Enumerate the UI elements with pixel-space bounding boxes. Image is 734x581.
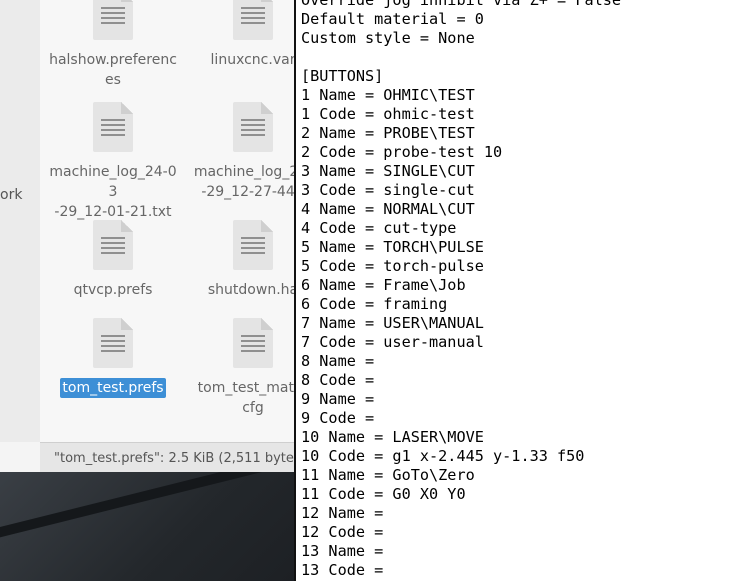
document-icon (233, 102, 273, 152)
file-item[interactable]: tom_test.prefs (43, 318, 183, 398)
text-line: 9 Code = (301, 409, 375, 427)
text-line: 13 Code = (301, 561, 384, 579)
document-lines (241, 7, 265, 25)
file-name-line: -29_12-01-21.txt (54, 204, 172, 220)
status-bar: "tom_test.prefs": 2.5 KiB (2,511 byte (40, 442, 296, 472)
file-name-label: linuxcnc.var (183, 50, 296, 70)
text-line: 7 Code = user-manual (301, 333, 484, 351)
document-icon (233, 0, 273, 40)
text-line: 3 Name = SINGLE\CUT (301, 162, 475, 180)
text-line: 7 Name = USER\MANUAL (301, 314, 484, 332)
file-item[interactable]: linuxcnc.var (183, 0, 296, 70)
file-name-label: qtvcp.prefs (43, 280, 183, 300)
file-item[interactable]: qtvcp.prefs (43, 220, 183, 300)
file-item[interactable]: shutdown.ha (183, 220, 296, 300)
file-name-label: tom_test.prefs (43, 378, 183, 398)
document-icon (233, 318, 273, 368)
text-line: 4 Code = cut-type (301, 219, 457, 237)
document-icon (93, 318, 133, 368)
file-name-line: linuxcnc.var (210, 52, 296, 68)
file-name-line: -29_12-27-44.t (201, 184, 296, 200)
file-item[interactable]: machine_log_24- -29_12-27-44.t (183, 102, 296, 202)
text-line: 12 Code = (301, 523, 384, 541)
text-line: 6 Code = framing (301, 295, 448, 313)
text-line: 1 Name = OHMIC\TEST (301, 86, 475, 104)
text-line: 11 Name = GoTo\Zero (301, 466, 475, 484)
file-name-line: tom_test_mater (197, 380, 296, 396)
text-line: Custom style = None (301, 29, 475, 47)
desktop-background (0, 472, 296, 581)
document-lines (101, 119, 125, 137)
file-name-label: halshow.preferenc es (43, 50, 183, 90)
document-lines (241, 335, 265, 353)
sidebar: ork (0, 0, 41, 442)
text-line: 5 Name = TORCH\PULSE (301, 238, 484, 256)
document-lines (101, 7, 125, 25)
file-name-line: cfg (242, 400, 264, 416)
file-item[interactable]: tom_test_matercfg (183, 318, 296, 418)
file-grid: halshow.preferenc es linuxcnc.var machine_l… (40, 0, 296, 442)
document-icon (93, 220, 133, 270)
file-item[interactable]: halshow.preferenc es (43, 0, 183, 90)
file-manager-window: ork halshow.preferenc es linuxcnc.var machi… (0, 0, 296, 472)
text-line: Override jog inhibit via Z+ = False (301, 0, 622, 9)
text-line: 8 Code = (301, 371, 375, 389)
text-line: 3 Code = single-cut (301, 181, 475, 199)
document-icon (233, 220, 273, 270)
text-line: 10 Name = LASER\MOVE (301, 428, 484, 446)
document-lines (241, 237, 265, 255)
document-icon (93, 0, 133, 40)
text-line: 8 Name = (301, 352, 375, 370)
file-name-line: qtvcp.prefs (73, 282, 153, 298)
file-name-line: shutdown.ha (207, 282, 296, 298)
document-icon (93, 102, 133, 152)
file-contents: Override jog inhibit via Z+ = False Defa… (301, 0, 621, 580)
file-name-line: es (105, 72, 121, 88)
text-line: 4 Name = NORMAL\CUT (301, 200, 475, 218)
text-line: 2 Name = PROBE\TEST (301, 124, 475, 142)
text-line: 13 Name = (301, 542, 384, 560)
text-line: 2 Code = probe-test 10 (301, 143, 503, 161)
text-line: 10 Code = g1 x-2.445 y-1.33 f50 (301, 447, 585, 465)
file-name-label: machine_log_24-03 -29_12-01-21.txt (43, 162, 183, 222)
text-line: [BUTTONS] (301, 67, 384, 85)
text-line: 5 Code = torch-pulse (301, 257, 484, 275)
document-lines (241, 119, 265, 137)
text-viewer[interactable]: Override jog inhibit via Z+ = False Defa… (294, 0, 734, 581)
text-line: 11 Code = G0 X0 Y0 (301, 485, 466, 503)
file-name-line: machine_log_24- (193, 164, 296, 180)
status-text: "tom_test.prefs": 2.5 KiB (2,511 byte (54, 451, 294, 466)
file-name-label: machine_log_24- -29_12-27-44.t (183, 162, 296, 202)
document-lines (101, 237, 125, 255)
text-line: 9 Name = (301, 390, 375, 408)
file-name-line: machine_log_24-03 (49, 164, 177, 200)
text-line: 6 Name = Frame\Job (301, 276, 466, 294)
document-lines (101, 335, 125, 353)
file-name-line: tom_test.prefs (60, 378, 166, 398)
text-line: 12 Name = (301, 504, 384, 522)
text-line: Default material = 0 (301, 10, 484, 28)
file-name-line: halshow.preferenc (49, 52, 177, 68)
file-item[interactable]: machine_log_24-03 -29_12-01-21.txt (43, 102, 183, 222)
sidebar-item-label[interactable]: ork (0, 187, 22, 203)
desktop-decoration (0, 472, 296, 542)
file-name-label: tom_test_matercfg (183, 378, 296, 418)
file-name-label: shutdown.ha (183, 280, 296, 300)
text-line: 1 Code = ohmic-test (301, 105, 475, 123)
